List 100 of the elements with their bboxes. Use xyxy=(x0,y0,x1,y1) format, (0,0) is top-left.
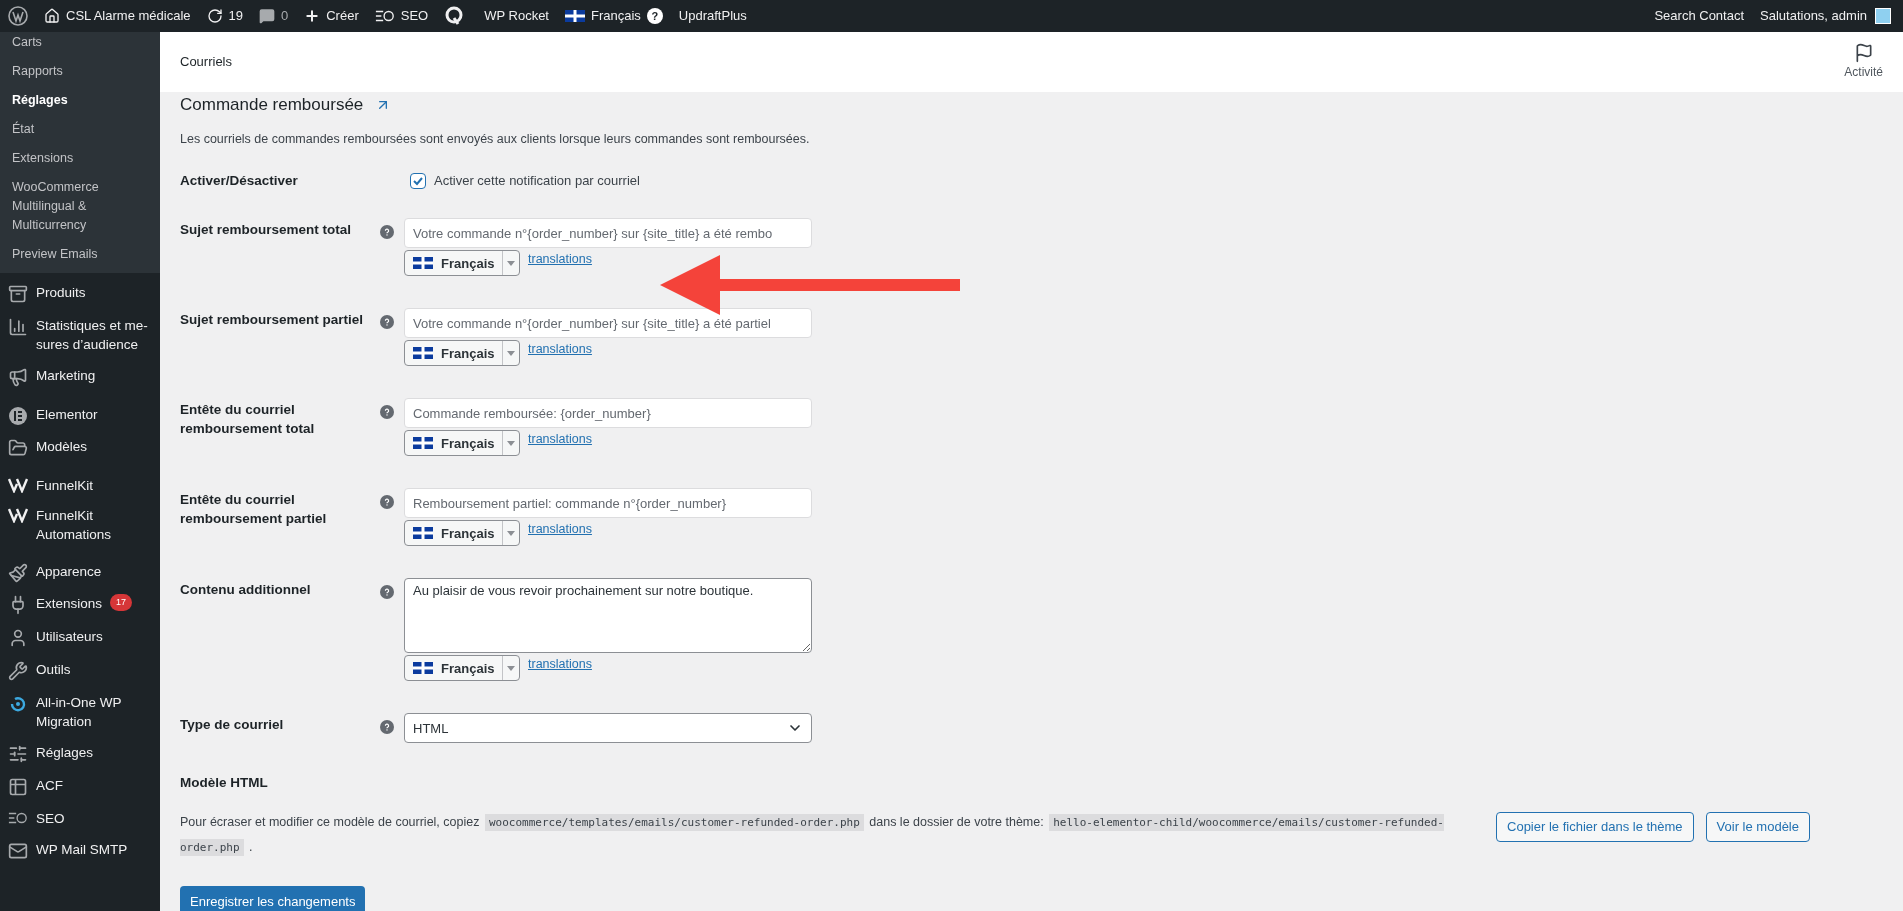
admin-bar-link[interactable]: 0 xyxy=(251,0,297,32)
menu-item[interactable]: All-in-One WP Migration xyxy=(0,687,160,737)
help-icon[interactable] xyxy=(380,405,394,420)
menu-item[interactable]: Marketing xyxy=(0,360,160,393)
submenu-item[interactable]: Carts xyxy=(0,32,160,57)
menu-item[interactable]: Modèles xyxy=(0,431,160,464)
submenu-item[interactable]: Réglages xyxy=(0,86,160,115)
admin-bar-link[interactable]: 19 xyxy=(198,0,251,32)
menu-label: Modèles xyxy=(36,438,89,456)
seo-icon xyxy=(8,810,28,826)
menu-item[interactable]: Statistiques et me-sures d’audience xyxy=(0,310,160,360)
save-button[interactable]: Enregistrer les changements xyxy=(180,885,366,911)
menu-item[interactable]: FunnelKit xyxy=(0,464,160,500)
seo-icon xyxy=(374,8,395,24)
language-select[interactable]: Français xyxy=(404,250,520,277)
translations-link[interactable]: translations xyxy=(528,340,592,359)
flag-icon xyxy=(413,347,433,360)
field-label: Type de courriel xyxy=(180,716,285,735)
menu-item[interactable]: WP Mail SMTP xyxy=(0,834,160,867)
flag-icon xyxy=(413,527,433,540)
outline-button[interactable]: Voir le modèle xyxy=(1705,811,1810,842)
sliders-icon xyxy=(8,744,28,764)
language-select[interactable]: Français xyxy=(404,340,520,367)
section-title: Commande remboursée xyxy=(180,94,364,116)
translations-link[interactable]: translations xyxy=(528,520,592,539)
language-select[interactable]: Français xyxy=(404,655,520,682)
language-select[interactable]: Français xyxy=(404,520,520,547)
select-field[interactable]: HTML xyxy=(404,713,812,744)
admin-bar-link[interactable]: Search Contact xyxy=(1654,6,1745,26)
admin-bar-link[interactable]: WP Rocket xyxy=(436,0,557,32)
menu-item[interactable]: Elementor xyxy=(0,393,160,431)
flag-icon xyxy=(413,437,433,450)
activity-button[interactable]: Activité xyxy=(1844,43,1883,81)
menu-item[interactable]: SEO xyxy=(0,803,160,834)
menu-label: Réglages xyxy=(36,744,95,762)
home-icon xyxy=(44,8,60,24)
count-badge: 17 xyxy=(110,594,133,611)
menu-label: Produits xyxy=(36,284,87,302)
admin-bar-link[interactable]: Français ? xyxy=(557,0,671,32)
menu-item[interactable]: ACF xyxy=(0,770,160,803)
wordpress-logo-icon[interactable] xyxy=(8,6,28,26)
text-area[interactable]: Au plaisir de vous revoir prochainement sur notre boutique. xyxy=(404,578,812,654)
template-instructions: Pour écraser et modifier ce modèle de courriel, copiez woocommerce/templates/emails/customer-refunded-order.php dans le dossier de votre thème: hello-elementor-child/woocommerce/emails/customer-refunded-order.php . xyxy=(180,812,1445,858)
archive-icon xyxy=(8,284,28,304)
text-field[interactable]: Votre commande n°{order_number} sur {site_title} a été rembo xyxy=(404,218,812,249)
envelope-icon xyxy=(8,841,28,861)
submenu-item[interactable]: Extensions xyxy=(0,144,160,173)
help-icon[interactable] xyxy=(380,495,394,510)
text-field[interactable]: Commande remboursée: {order_number} xyxy=(404,398,812,429)
user-icon xyxy=(8,628,28,648)
translations-link[interactable]: translations xyxy=(528,250,592,269)
flag-icon xyxy=(413,662,433,675)
menu-item[interactable]: Réglages xyxy=(0,737,160,770)
paintbrush-icon xyxy=(8,563,28,583)
menu-label: Utilisateurs xyxy=(36,628,104,646)
menu-label: FunnelKit xyxy=(36,477,95,495)
account-link[interactable]: Salutations, admin xyxy=(1760,6,1891,26)
menu-label: All-in-One WP Migration xyxy=(36,694,123,731)
help-icon[interactable] xyxy=(380,585,394,600)
menu-item[interactable]: Apparence xyxy=(0,550,160,588)
menu-item[interactable]: Produits xyxy=(0,277,160,310)
submenu-item[interactable]: Preview Emails xyxy=(0,240,160,269)
menu-item[interactable]: Extensions 17 xyxy=(0,588,160,621)
menu-label: ACF xyxy=(36,777,64,795)
text-field[interactable]: Remboursement partiel: commande n°{order_number} xyxy=(404,488,812,519)
menu-label: Statistiques et me-sures d’audience xyxy=(36,317,149,354)
help-icon[interactable] xyxy=(380,720,394,735)
refresh-icon xyxy=(206,8,223,24)
circular-arrow-icon xyxy=(8,694,28,714)
avatar-icon xyxy=(1875,8,1891,24)
menu-item[interactable]: Outils xyxy=(0,654,160,687)
admin-bar-link[interactable]: UpdraftPlus xyxy=(670,0,755,32)
menu-item[interactable]: FunnelKit Automations xyxy=(0,500,160,550)
translations-link[interactable]: translations xyxy=(528,655,592,674)
menu-label: Outils xyxy=(36,661,72,679)
field-label: Entête du courriel remboursement total xyxy=(180,401,316,439)
funnel-logo-icon xyxy=(8,507,28,523)
submenu-item[interactable]: WooCommerce Multilingual & Multicurrency xyxy=(0,173,160,240)
checkbox-label: Activer cette notification par courriel xyxy=(434,171,640,190)
help-icon[interactable] xyxy=(380,225,394,240)
translations-link[interactable]: translations xyxy=(528,430,592,449)
outline-button[interactable]: Copier le fichier dans le thème xyxy=(1496,811,1694,842)
template-title: Modèle HTML xyxy=(180,774,269,793)
help-icon[interactable] xyxy=(380,315,394,330)
language-select[interactable]: Français xyxy=(404,430,520,457)
submenu-item[interactable]: Rapports xyxy=(0,57,160,86)
caret-icon xyxy=(507,440,515,446)
menu-label: WP Mail SMTP xyxy=(36,841,129,859)
bar-chart-icon xyxy=(8,317,28,337)
admin-bar-link[interactable]: CSL Alarme médicale xyxy=(36,0,199,32)
elementor-logo-icon xyxy=(8,406,28,426)
comment-icon xyxy=(259,8,275,24)
folder-icon xyxy=(8,438,28,458)
menu-item[interactable]: Utilisateurs xyxy=(0,621,160,654)
checkbox[interactable] xyxy=(410,172,426,189)
admin-bar-link[interactable]: SEO xyxy=(366,0,437,32)
admin-bar-link[interactable]: Créer xyxy=(296,0,367,32)
table-icon xyxy=(8,777,28,797)
submenu-item[interactable]: État xyxy=(0,115,160,144)
text-field[interactable]: Votre commande n°{order_number} sur {site_title} a été partiel xyxy=(404,308,812,339)
